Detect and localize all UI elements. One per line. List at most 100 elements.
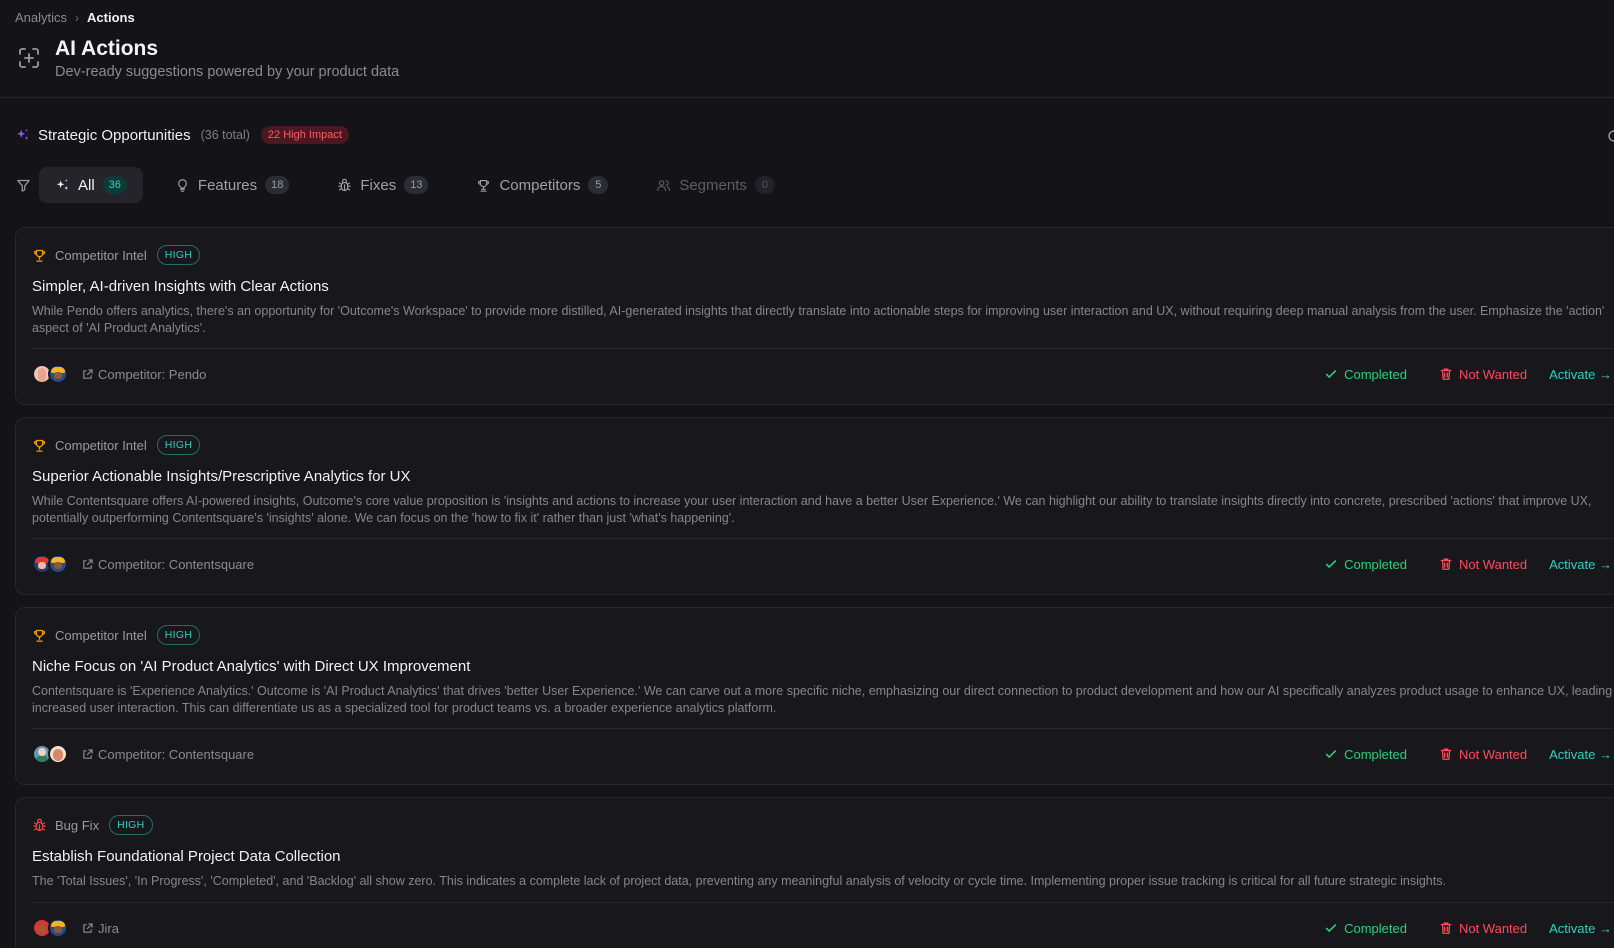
sparkles-icon [17, 129, 29, 140]
section-title: Strategic Opportunities [38, 126, 191, 144]
source-link[interactable]: Competitor: Contentsquare [82, 557, 254, 572]
external-link-icon [83, 368, 93, 379]
card-divider [32, 348, 1614, 349]
page-subtitle: Dev-ready suggestions powered by your pr… [55, 64, 400, 80]
completed-button[interactable]: Completed [1314, 549, 1417, 579]
source-link[interactable]: Competitor: Pendo [82, 367, 206, 382]
external-link-icon [83, 558, 93, 569]
check-icon [1325, 750, 1337, 759]
tab-all[interactable]: All 36 [39, 167, 143, 203]
filter-icon[interactable] [16, 178, 31, 193]
tab-segments[interactable]: Segments 0 [640, 167, 791, 203]
completed-label: Completed [1344, 920, 1407, 936]
users-icon [657, 179, 671, 191]
activate-label: Activate → [1549, 746, 1612, 762]
trash-icon [1440, 922, 1452, 934]
action-card[interactable]: Bug Fix HIGH Establish Foundational Proj… [15, 797, 1614, 948]
not-wanted-button[interactable]: Not Wanted [1429, 739, 1537, 769]
priority-badge: HIGH [109, 815, 153, 835]
tab-label: Segments [679, 176, 747, 194]
avatar-group [32, 744, 68, 764]
card-actions: Completed Not Wanted Activate → [1314, 549, 1614, 579]
tab-count-badge: 0 [754, 176, 775, 194]
avatar-group [32, 364, 68, 384]
tab-fixes[interactable]: Fixes 13 [321, 167, 444, 203]
card-description: While Pendo offers analytics, there's an… [32, 304, 1605, 335]
card-footer: Competitor: Contentsquare Completed Not … [32, 546, 1614, 582]
tab-count-badge: 36 [102, 176, 127, 194]
avatar [48, 554, 68, 574]
bug-icon [33, 818, 46, 831]
breadcrumb-separator: › [75, 10, 80, 25]
avatar [48, 744, 68, 764]
source-label: Competitor: Contentsquare [98, 556, 255, 572]
card-actions: Completed Not Wanted Activate → [1314, 359, 1614, 389]
source-link[interactable]: Jira [82, 921, 119, 936]
trophy-icon [478, 179, 490, 192]
completed-button[interactable]: Completed [1314, 359, 1417, 389]
action-card[interactable]: Competitor Intel HIGH Superior Actionabl… [15, 417, 1614, 595]
priority-badge: HIGH [156, 245, 201, 265]
avatar-group [32, 918, 68, 938]
high-impact-badge: 22 High Impact [260, 126, 349, 144]
priority-badge: HIGH [156, 435, 201, 455]
check-icon [1325, 370, 1337, 379]
completed-label: Completed [1344, 366, 1407, 382]
tab-count-badge: 5 [588, 176, 609, 194]
avatar [48, 364, 68, 384]
action-card[interactable]: Competitor Intel HIGH Simpler, AI-driven… [15, 227, 1614, 405]
tab-competitors[interactable]: Competitors 5 [460, 167, 624, 203]
check-icon [1325, 924, 1337, 933]
card-meta: Competitor Intel HIGH [32, 435, 201, 455]
not-wanted-label: Not Wanted [1458, 920, 1528, 936]
trash-icon [1440, 558, 1452, 570]
refresh-icon[interactable] [1608, 129, 1614, 143]
activate-label: Activate → [1549, 556, 1612, 572]
card-description: While Contentsquare offers AI-powered in… [32, 494, 1592, 525]
card-title: Superior Actionable Insights/Prescriptiv… [32, 468, 411, 485]
card-meta: Competitor Intel HIGH [32, 245, 201, 265]
activate-button[interactable]: Activate → [1539, 913, 1614, 943]
section-header: Strategic Opportunities (36 total) 22 Hi… [16, 126, 349, 144]
activate-button[interactable]: Activate → [1539, 359, 1614, 389]
not-wanted-label: Not Wanted [1458, 366, 1528, 382]
completed-button[interactable]: Completed [1314, 913, 1417, 943]
trophy-icon [33, 629, 46, 642]
source-label: Competitor: Contentsquare [98, 746, 255, 762]
tab-label: Competitors [499, 176, 581, 194]
bug-icon [338, 178, 352, 191]
action-card-list: Competitor Intel HIGH Simpler, AI-driven… [15, 227, 1614, 948]
not-wanted-button[interactable]: Not Wanted [1429, 359, 1537, 389]
external-link-icon [83, 748, 93, 759]
filter-tabs: All 36 Features 18 Fixes 13 Competitors … [16, 167, 807, 203]
activate-button[interactable]: Activate → [1539, 739, 1614, 769]
completed-label: Completed [1344, 746, 1407, 762]
card-meta: Bug Fix HIGH [32, 815, 153, 835]
tab-label: Fixes [360, 176, 397, 194]
tab-features[interactable]: Features 18 [159, 167, 305, 203]
action-card[interactable]: Competitor Intel HIGH Niche Focus on 'AI… [15, 607, 1614, 785]
breadcrumb-analytics-link[interactable]: Analytics [15, 10, 67, 25]
not-wanted-label: Not Wanted [1458, 556, 1528, 572]
not-wanted-label: Not Wanted [1458, 746, 1528, 762]
focus-plus-icon [19, 48, 39, 68]
category-label: Competitor Intel [55, 627, 147, 643]
not-wanted-button[interactable]: Not Wanted [1429, 549, 1537, 579]
card-divider [32, 538, 1614, 539]
breadcrumb-current: Actions [87, 10, 135, 25]
tab-count-badge: 13 [404, 176, 429, 194]
source-link[interactable]: Competitor: Contentsquare [82, 747, 254, 762]
card-title: Simpler, AI-driven Insights with Clear A… [32, 278, 329, 295]
activate-button[interactable]: Activate → [1539, 549, 1614, 579]
completed-label: Completed [1344, 556, 1407, 572]
source-label: Jira [98, 920, 119, 936]
avatar-group [32, 554, 68, 574]
card-description: The 'Total Issues', 'In Progress', 'Comp… [32, 874, 1446, 888]
check-icon [1325, 560, 1337, 569]
sparkles-icon [56, 178, 69, 190]
completed-button[interactable]: Completed [1314, 739, 1417, 769]
category-label: Bug Fix [55, 817, 100, 833]
not-wanted-button[interactable]: Not Wanted [1429, 913, 1537, 943]
card-title: Niche Focus on 'AI Product Analytics' wi… [32, 658, 471, 675]
card-actions: Completed Not Wanted Activate → [1314, 913, 1614, 943]
